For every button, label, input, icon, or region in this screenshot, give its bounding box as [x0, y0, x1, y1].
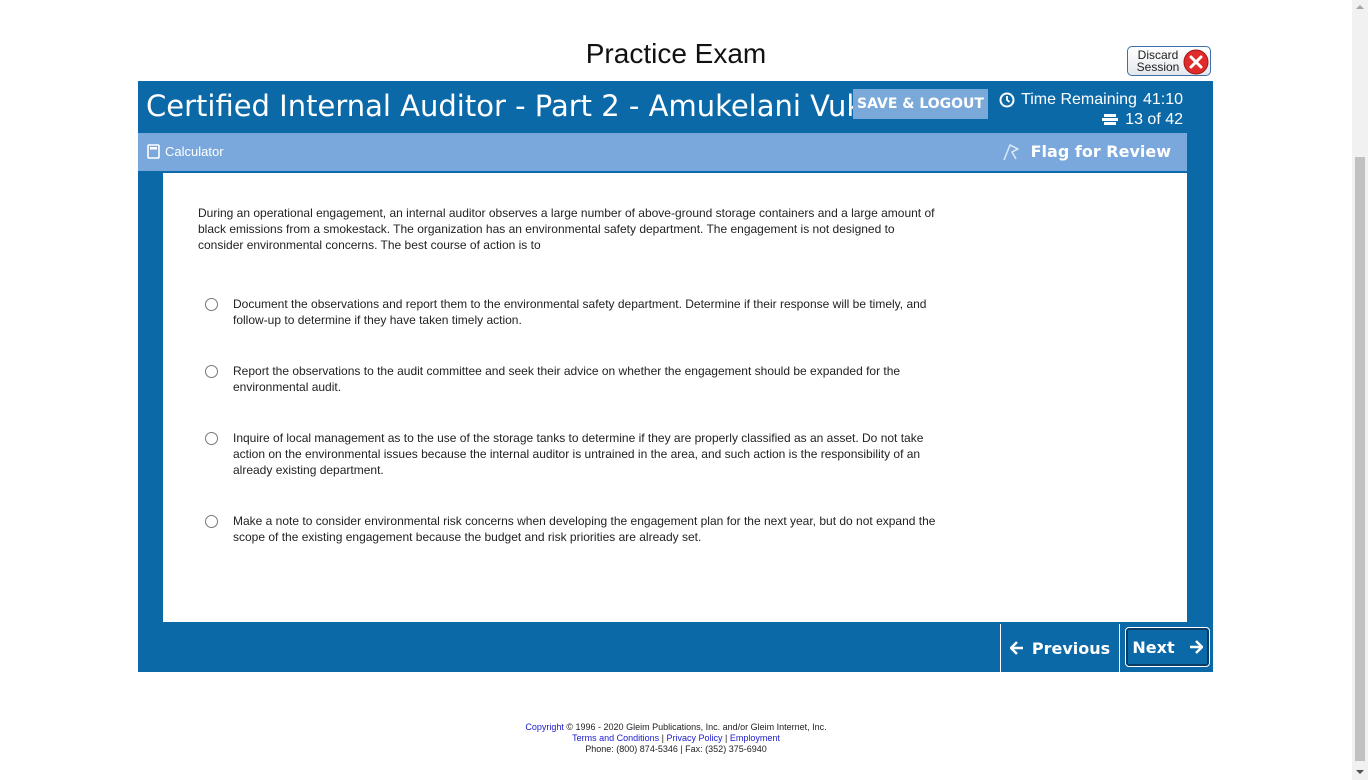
stack-icon — [1102, 114, 1119, 125]
answer-choice-2[interactable]: Report the observations to the audit com… — [205, 363, 945, 395]
answer-choice-3[interactable]: Inquire of local management as to the us… — [205, 430, 945, 478]
footer-separator: | — [661, 733, 664, 743]
next-label: Next — [1132, 637, 1175, 657]
time-remaining-value: 41:10 — [1142, 91, 1183, 108]
navigation-bar: Previous Next — [138, 624, 1213, 672]
discard-session-label: Discard Session — [1136, 48, 1180, 74]
next-button[interactable]: Next — [1125, 627, 1210, 667]
footer-separator: | — [725, 733, 728, 743]
radio-button[interactable] — [205, 298, 218, 311]
scroll-up-arrow[interactable] — [1356, 5, 1364, 9]
page-footer: Copyright © 1996 - 2020 Gleim Publicatio… — [0, 722, 1352, 755]
calculator-button[interactable]: Calculator — [147, 144, 224, 159]
clock-icon — [999, 92, 1015, 108]
exam-title: Certified Internal Auditor - Part 2 - Am… — [146, 89, 906, 123]
question-stem: During an operational engagement, an int… — [198, 206, 935, 252]
radio-button[interactable] — [205, 365, 218, 378]
answer-choice-label: Report the observations to the audit com… — [233, 364, 901, 394]
calculator-label: Calculator — [165, 144, 224, 159]
time-remaining-label: Time Remaining — [1021, 91, 1137, 108]
terms-link[interactable]: Terms and Conditions — [572, 733, 659, 743]
copyright-text: © 1996 - 2020 Gleim Publications, Inc. a… — [566, 722, 827, 732]
flag-icon — [1002, 143, 1019, 160]
answer-choice-label: Make a note to consider environmental ri… — [233, 514, 936, 544]
question-panel: During an operational engagement, an int… — [163, 173, 1187, 622]
question-progress: 13 of 42 — [1125, 111, 1183, 128]
previous-button[interactable]: Previous — [1000, 624, 1120, 672]
toolbar: Calculator Flag for Review — [138, 133, 1187, 171]
privacy-link[interactable]: Privacy Policy — [667, 733, 723, 743]
scroll-down-arrow[interactable] — [1356, 770, 1364, 774]
arrow-right-icon — [1189, 640, 1203, 654]
contact-info: Phone: (800) 874-5346 | Fax: (352) 375-6… — [585, 744, 767, 754]
close-circle-icon — [1183, 49, 1209, 75]
radio-button[interactable] — [205, 515, 218, 528]
answer-choice-label: Document the observations and report the… — [233, 297, 927, 327]
timer-panel: Time Remaining 41:10 13 of 42 — [999, 90, 1183, 130]
copyright-link[interactable]: Copyright — [525, 722, 564, 732]
arrow-left-icon — [1009, 641, 1023, 655]
answer-choice-1[interactable]: Document the observations and report the… — [205, 296, 945, 328]
answer-choice-label: Inquire of local management as to the us… — [233, 431, 924, 477]
flag-for-review-label: Flag for Review — [1030, 142, 1171, 161]
calculator-icon — [147, 144, 160, 159]
vertical-scrollbar[interactable] — [1352, 0, 1368, 780]
radio-button[interactable] — [205, 432, 218, 445]
discard-session-button[interactable]: Discard Session — [1127, 46, 1211, 76]
employment-link[interactable]: Employment — [730, 733, 780, 743]
flag-for-review-button[interactable]: Flag for Review — [1001, 142, 1171, 161]
scroll-thumb[interactable] — [1355, 157, 1365, 761]
save-logout-button[interactable]: SAVE & LOGOUT — [853, 89, 988, 119]
exam-frame: Certified Internal Auditor - Part 2 - Am… — [138, 81, 1213, 672]
answer-choice-4[interactable]: Make a note to consider environmental ri… — [205, 513, 945, 545]
previous-label: Previous — [1031, 638, 1111, 658]
